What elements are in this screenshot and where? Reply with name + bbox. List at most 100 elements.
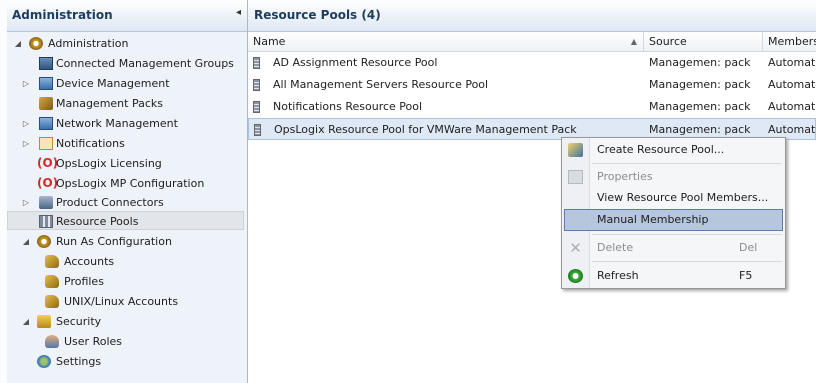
table-row[interactable]: All Management Servers Resource Pool Man… [248, 74, 816, 96]
tree-item-label: Product Connectors [56, 196, 164, 209]
user-icon [45, 335, 59, 348]
create-pool-icon [568, 143, 583, 157]
cell-name: Notifications Resource Pool [273, 100, 423, 113]
menu-separator [592, 234, 782, 235]
context-menu: Create Resource Pool... Properties View … [561, 137, 786, 289]
table-row[interactable]: Notifications Resource Pool Managemen: p… [248, 96, 816, 118]
tree-item-opslogix-mp-configuration[interactable]: (O) OpsLogix MP Configuration [7, 174, 247, 193]
key-icon [45, 275, 59, 288]
collapsed-arrow-icon[interactable]: ▷ [21, 193, 31, 212]
tree-item-label: Device Management [56, 77, 170, 90]
column-header-label: Membership [768, 35, 816, 48]
cell-source: Managemen: pack [649, 56, 751, 69]
tree-item-administration[interactable]: ◢ Administration [7, 34, 247, 53]
expand-arrow-icon[interactable]: ◢ [21, 232, 31, 251]
run-as-icon [37, 235, 51, 248]
tree-item-label: User Roles [64, 335, 123, 348]
tree-item-notifications[interactable]: ▷ Notifications [7, 134, 247, 153]
gear-icon [29, 37, 43, 50]
key-icon [45, 295, 59, 308]
menu-item-manual-membership[interactable]: Manual Membership [564, 209, 783, 231]
cell-name: OpsLogix Resource Pool for VMWare Manage… [274, 123, 577, 136]
menu-item-view-resource-pool-members[interactable]: View Resource Pool Members... [564, 188, 783, 208]
connector-icon [39, 196, 53, 209]
menu-item-shortcut: Del [739, 241, 758, 254]
menu-item-properties[interactable]: Properties [564, 167, 783, 187]
tree-item-accounts[interactable]: Accounts [7, 252, 247, 271]
tree-item-label: Profiles [64, 275, 104, 288]
collapsed-arrow-icon[interactable]: ▷ [21, 134, 31, 153]
tree-item-label: Run As Configuration [56, 235, 172, 248]
tree-item-label: Administration [48, 37, 129, 50]
network-icon [39, 117, 53, 130]
resource-pool-icon [39, 215, 53, 228]
menu-item-shortcut: F5 [739, 269, 753, 282]
column-header-membership[interactable]: Membership [763, 32, 816, 51]
tree-item-security[interactable]: ◢ Security [7, 312, 247, 331]
resource-pool-icon [253, 79, 260, 91]
collapsed-arrow-icon[interactable]: ▷ [21, 114, 31, 133]
tree-item-label: Network Management [56, 117, 178, 130]
pack-icon [39, 97, 53, 110]
tree-item-label: UNIX/Linux Accounts [64, 295, 179, 308]
grid-header: Name ▲ Source Membership [248, 32, 816, 52]
cell-name: AD Assignment Resource Pool [273, 56, 438, 69]
tree-item-label: Security [56, 315, 102, 328]
cell-source: Managemen: pack [649, 100, 751, 113]
tree-item-device-management[interactable]: ▷ Device Management [7, 74, 247, 93]
menu-separator [592, 163, 782, 164]
settings-icon [37, 355, 51, 368]
cell-membership: Automatic [768, 78, 816, 91]
menu-item-label: View Resource Pool Members... [597, 191, 769, 204]
column-header-label: Source [649, 35, 687, 48]
tree-item-opslogix-licensing[interactable]: (O) OpsLogix Licensing [7, 154, 247, 173]
column-header-label: Name [253, 35, 286, 48]
tree-item-network-management[interactable]: ▷ Network Management [7, 114, 247, 133]
opslogix-icon: (O) [37, 176, 59, 190]
tree-item-management-packs[interactable]: Management Packs [7, 94, 247, 113]
lock-icon [37, 315, 51, 328]
tree-item-resource-pools[interactable]: Resource Pools [7, 211, 244, 230]
delete-icon: ✕ [569, 239, 582, 257]
tree-item-label: Connected Management Groups [56, 57, 234, 70]
collapsed-arrow-icon[interactable]: ▷ [21, 74, 31, 93]
navigation-title: Administration [12, 8, 113, 22]
menu-item-label: Manual Membership [597, 213, 709, 226]
menu-item-label: Delete [597, 241, 634, 254]
opslogix-icon: (O) [37, 156, 59, 170]
menu-item-label: Create Resource Pool... [597, 143, 725, 156]
tree-item-user-roles[interactable]: User Roles [7, 332, 247, 351]
menu-item-create-resource-pool[interactable]: Create Resource Pool... [564, 140, 783, 160]
menu-item-label: Properties [597, 170, 653, 183]
tree-item-label: OpsLogix MP Configuration [56, 177, 205, 190]
tree-item-label: OpsLogix Licensing [56, 157, 162, 170]
tree-item-label: Management Packs [56, 97, 163, 110]
page-title: Resource Pools (4) [254, 8, 381, 22]
menu-item-label: Refresh [597, 269, 639, 282]
collapse-pane-icon[interactable]: ◂ [236, 7, 241, 18]
tree-item-connected-management-groups[interactable]: Connected Management Groups [7, 54, 247, 73]
column-header-name[interactable]: Name ▲ [248, 32, 644, 51]
properties-icon [568, 170, 583, 184]
tree-item-label: Notifications [56, 137, 125, 150]
expand-arrow-icon[interactable]: ◢ [13, 34, 23, 53]
notification-icon [39, 137, 53, 150]
resource-pool-icon [253, 57, 260, 69]
tree-item-unix-linux-accounts[interactable]: UNIX/Linux Accounts [7, 292, 247, 311]
management-groups-icon [39, 57, 53, 70]
resource-pool-icon [254, 124, 261, 136]
menu-item-refresh[interactable]: Refresh F5 [564, 266, 783, 286]
cell-name: All Management Servers Resource Pool [273, 78, 489, 91]
cell-membership: Automatic [768, 56, 816, 69]
cell-source: Managemen: pack [649, 78, 751, 91]
tree-item-profiles[interactable]: Profiles [7, 272, 247, 291]
tree-item-settings[interactable]: Settings [7, 352, 247, 371]
menu-item-delete[interactable]: ✕ Delete Del [564, 238, 783, 258]
expand-arrow-icon[interactable]: ◢ [21, 312, 31, 331]
tree-item-run-as-configuration[interactable]: ◢ Run As Configuration [7, 232, 247, 251]
navigation-pane: Administration ◂ ◢ Administration Connec… [7, 0, 248, 383]
navigation-header: Administration ◂ [7, 0, 247, 32]
column-header-source[interactable]: Source [644, 32, 763, 51]
table-row[interactable]: AD Assignment Resource Pool Managemen: p… [248, 52, 816, 74]
tree-item-product-connectors[interactable]: ▷ Product Connectors [7, 193, 247, 212]
